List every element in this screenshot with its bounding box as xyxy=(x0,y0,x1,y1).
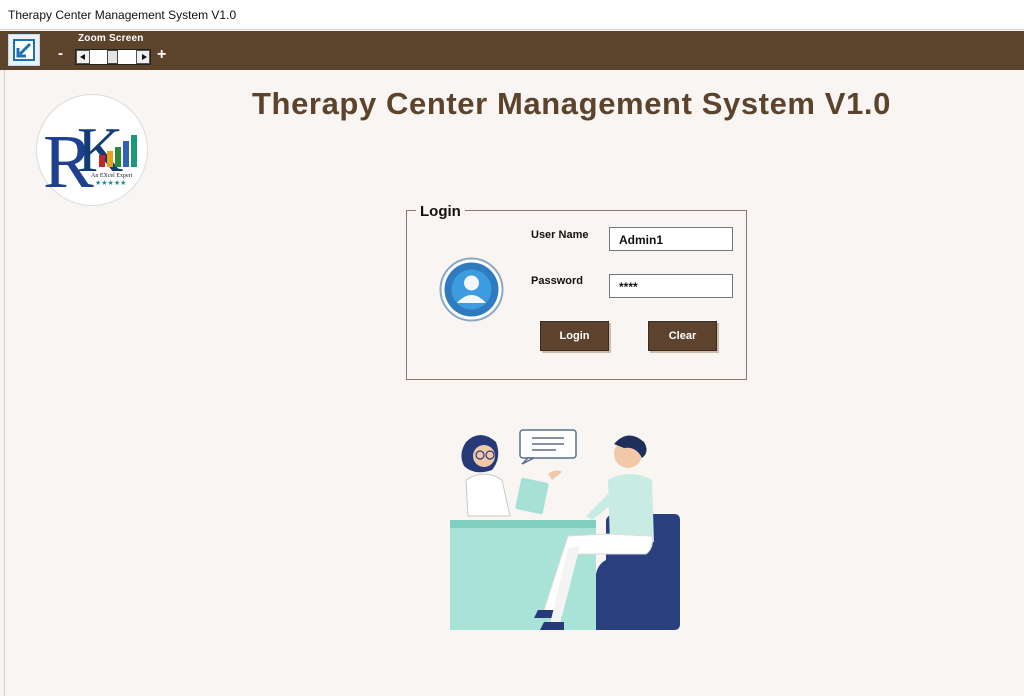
username-input[interactable]: Admin1 xyxy=(609,227,733,251)
username-label: User Name xyxy=(531,229,589,241)
zoom-slider[interactable] xyxy=(75,49,151,65)
zoom-right-arrow-icon[interactable] xyxy=(136,50,150,64)
exit-button[interactable] xyxy=(8,34,40,66)
zoom-out-button[interactable]: - xyxy=(58,45,63,62)
logo-stars: ★★★★★ xyxy=(95,179,126,187)
password-input[interactable]: **** xyxy=(609,274,733,298)
window-title: Therapy Center Management System V1.0 xyxy=(8,8,237,22)
window-titlebar: Therapy Center Management System V1.0 xyxy=(0,0,1024,30)
clear-button[interactable]: Clear xyxy=(648,321,717,351)
toolbar: Zoom Screen - + xyxy=(0,31,1024,70)
logo-tagline: An EXcel Expert xyxy=(91,173,133,179)
company-logo: R K An EXcel Expert ★★★★★ xyxy=(36,94,148,206)
password-label: Password xyxy=(531,275,583,287)
zoom-slider-thumb[interactable] xyxy=(107,50,118,64)
zoom-in-button[interactable]: + xyxy=(157,46,166,64)
exit-arrow-icon xyxy=(13,39,35,61)
zoom-label: Zoom Screen xyxy=(78,33,144,44)
login-button[interactable]: Login xyxy=(540,321,609,351)
zoom-left-arrow-icon[interactable] xyxy=(76,50,90,64)
user-avatar-icon xyxy=(439,257,504,322)
page-title: Therapy Center Management System V1.0 xyxy=(252,86,891,121)
login-legend: Login xyxy=(416,203,465,220)
therapy-session-illustration xyxy=(450,429,680,630)
logo-icon: R K An EXcel Expert ★★★★★ xyxy=(43,114,137,204)
login-panel: Login User Name Admin1 Password **** Log… xyxy=(406,203,747,380)
